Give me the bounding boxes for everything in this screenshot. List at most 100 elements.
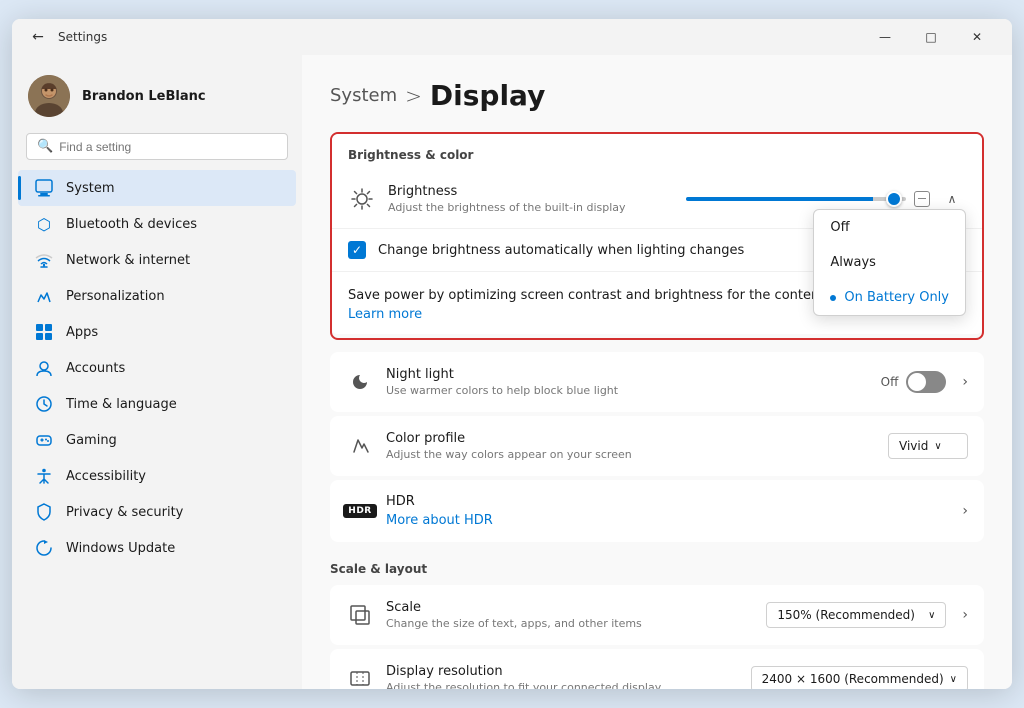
learn-more-link[interactable]: Learn more xyxy=(348,307,422,322)
scale-chevron-icon: ∨ xyxy=(928,610,935,621)
sidebar-label-accessibility: Accessibility xyxy=(66,469,146,484)
minimize-button[interactable]: — xyxy=(862,19,908,55)
window-title: Settings xyxy=(58,30,862,44)
color-profile-title: Color profile xyxy=(386,431,876,446)
avatar xyxy=(28,75,70,117)
avatar-image xyxy=(28,75,70,117)
close-icon: ✕ xyxy=(972,30,982,44)
scale-card: Scale Change the size of text, apps, and… xyxy=(330,585,984,645)
hdr-text: HDR More about HDR xyxy=(386,494,942,528)
maximize-button[interactable]: □ xyxy=(908,19,954,55)
hdr-link[interactable]: More about HDR xyxy=(386,513,493,528)
sidebar-item-windows-update[interactable]: Windows Update xyxy=(18,530,296,566)
main-layout: Brandon LeBlanc 🔍 System ⬡ Bluetooth & d… xyxy=(12,55,1012,689)
color-profile-desc: Adjust the way colors appear on your scr… xyxy=(386,448,876,461)
sidebar-item-privacy[interactable]: Privacy & security xyxy=(18,494,296,530)
sidebar-item-network[interactable]: Network & internet xyxy=(18,242,296,278)
color-profile-icon xyxy=(346,432,374,460)
scale-select[interactable]: 150% (Recommended) ∨ xyxy=(766,602,946,628)
scale-layout-section: Scale & layout Scale Change the size of … xyxy=(330,558,984,689)
color-profile-row: Color profile Adjust the way colors appe… xyxy=(330,416,984,476)
chevron-down-icon: ∨ xyxy=(934,441,941,452)
back-icon: ← xyxy=(32,29,44,45)
sidebar-item-personalization[interactable]: Personalization xyxy=(18,278,296,314)
hdr-icon: HDR xyxy=(346,497,374,525)
sidebar-label-windows-update: Windows Update xyxy=(66,541,175,556)
brightness-desc: Adjust the brightness of the built-in di… xyxy=(388,201,674,214)
time-icon xyxy=(34,394,54,414)
resolution-card: Display resolution Adjust the resolution… xyxy=(330,649,984,689)
color-profile-select[interactable]: Vivid ∨ xyxy=(888,433,968,459)
accounts-icon xyxy=(34,358,54,378)
sidebar-label-personalization: Personalization xyxy=(66,289,165,304)
sidebar-label-accounts: Accounts xyxy=(66,361,125,376)
sidebar-label-bluetooth: Bluetooth & devices xyxy=(66,217,197,232)
hdr-row: HDR HDR More about HDR › xyxy=(330,480,984,542)
sidebar-label-gaming: Gaming xyxy=(66,433,117,448)
search-box[interactable]: 🔍 xyxy=(26,133,288,160)
resolution-chevron-icon: ∨ xyxy=(950,674,957,685)
brightness-slider-thumb[interactable] xyxy=(886,191,902,207)
sidebar-item-accounts[interactable]: Accounts xyxy=(18,350,296,386)
brightness-slider-track[interactable] xyxy=(686,197,906,201)
scale-row: Scale Change the size of text, apps, and… xyxy=(330,585,984,645)
dropdown-option-always[interactable]: Always xyxy=(814,245,965,280)
night-light-arrow: › xyxy=(962,374,968,390)
brightness-color-section: Brightness & color Brightness Adjust the… xyxy=(330,132,984,340)
scale-layout-title: Scale & layout xyxy=(330,562,427,576)
breadcrumb-current: Display xyxy=(430,79,545,112)
save-power-text: Save power by optimizing screen contrast… xyxy=(348,288,870,303)
bluetooth-icon: ⬡ xyxy=(34,214,54,234)
dropdown-option-battery[interactable]: On Battery Only xyxy=(814,280,965,315)
scale-layout-label-container: Scale & layout xyxy=(330,558,984,577)
personalization-icon xyxy=(34,286,54,306)
sidebar-item-gaming[interactable]: Gaming xyxy=(18,422,296,458)
titlebar: ← Settings — □ ✕ xyxy=(12,19,1012,55)
settings-window: ← Settings — □ ✕ xyxy=(12,19,1012,689)
brightness-card: Brightness & color Brightness Adjust the… xyxy=(332,134,982,334)
night-light-icon xyxy=(346,368,374,396)
windows-update-icon xyxy=(34,538,54,558)
resolution-text: Display resolution Adjust the resolution… xyxy=(386,664,739,689)
brightness-title: Brightness xyxy=(388,184,674,199)
sidebar-item-bluetooth[interactable]: ⬡ Bluetooth & devices xyxy=(18,206,296,242)
back-button[interactable]: ← xyxy=(24,23,52,51)
gaming-icon xyxy=(34,430,54,450)
resolution-control: 2400 × 1600 (Recommended) ∨ xyxy=(751,666,968,689)
resolution-title: Display resolution xyxy=(386,664,739,679)
user-profile: Brandon LeBlanc xyxy=(12,67,302,133)
hdr-badge: HDR xyxy=(343,504,376,518)
sidebar-item-time[interactable]: Time & language xyxy=(18,386,296,422)
scale-icon xyxy=(346,601,374,629)
resolution-desc: Adjust the resolution to fit your connec… xyxy=(386,681,739,689)
breadcrumb-separator: > xyxy=(405,84,422,108)
close-button[interactable]: ✕ xyxy=(954,19,1000,55)
sidebar-label-network: Network & internet xyxy=(66,253,190,268)
resolution-value: 2400 × 1600 (Recommended) xyxy=(762,672,944,686)
night-light-toggle[interactable] xyxy=(906,371,946,393)
scale-title: Scale xyxy=(386,600,754,615)
resolution-icon xyxy=(346,665,374,689)
resolution-select[interactable]: 2400 × 1600 (Recommended) ∨ xyxy=(751,666,968,689)
selected-indicator xyxy=(830,295,836,301)
sidebar-label-privacy: Privacy & security xyxy=(66,505,183,520)
sidebar-item-apps[interactable]: Apps xyxy=(18,314,296,350)
brightness-value-box xyxy=(914,191,930,207)
sidebar-label-apps: Apps xyxy=(66,325,98,340)
sidebar-label-system: System xyxy=(66,181,114,196)
user-name: Brandon LeBlanc xyxy=(82,89,206,104)
auto-brightness-checkbox[interactable]: ✓ xyxy=(348,241,366,259)
checkbox-check-icon: ✓ xyxy=(352,243,362,257)
sidebar-item-system[interactable]: System xyxy=(18,170,296,206)
brightness-slider-container[interactable] xyxy=(686,191,930,207)
hdr-card: HDR HDR More about HDR › xyxy=(330,480,984,542)
sidebar-item-accessibility[interactable]: Accessibility xyxy=(18,458,296,494)
night-light-card: Night light Use warmer colors to help bl… xyxy=(330,352,984,412)
search-input[interactable] xyxy=(59,140,277,154)
hdr-control: › xyxy=(954,503,968,519)
sidebar-label-time: Time & language xyxy=(66,397,177,412)
night-light-toggle-label: Off xyxy=(881,375,899,389)
scale-text: Scale Change the size of text, apps, and… xyxy=(386,600,754,630)
scale-control: 150% (Recommended) ∨ › xyxy=(766,602,968,628)
dropdown-option-off[interactable]: Off xyxy=(814,210,965,245)
